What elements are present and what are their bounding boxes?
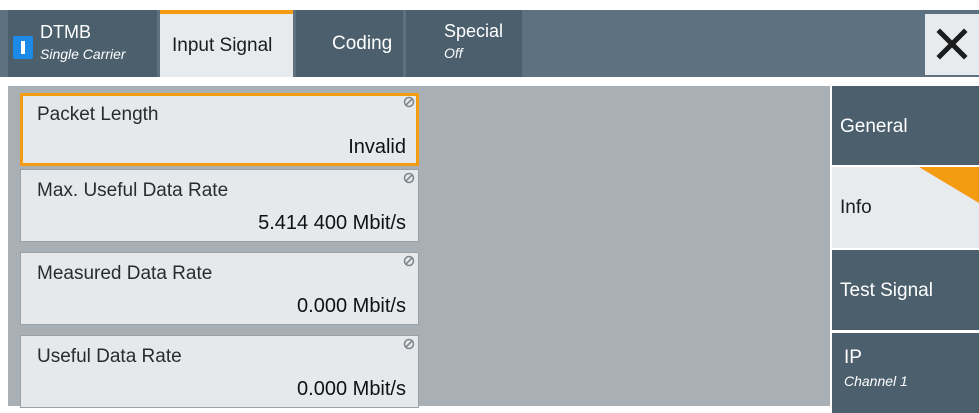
read-only-icon xyxy=(403,338,415,350)
side-nav-info[interactable]: Info xyxy=(832,167,979,248)
tab-dtmb-title: DTMB xyxy=(40,22,91,42)
tab-dtmb[interactable]: DTMB Single Carrier xyxy=(8,10,157,77)
top-tab-bar: DTMB Single Carrier Input Signal Coding … xyxy=(0,10,979,77)
max-useful-data-rate-field[interactable]: Max. Useful Data Rate 5.414 400 Mbit/s xyxy=(20,169,419,242)
close-icon xyxy=(936,28,968,60)
packet-length-label: Packet Length xyxy=(37,104,159,125)
side-nav-test-signal-label: Test Signal xyxy=(840,280,933,301)
tab-coding-title: Coding xyxy=(332,33,393,54)
read-only-icon xyxy=(403,172,415,184)
side-nav-ip[interactable]: IP Channel 1 xyxy=(832,333,979,413)
packet-length-field[interactable]: Packet Length Invalid xyxy=(20,93,419,166)
selected-indicator xyxy=(919,167,979,203)
tab-special[interactable]: Special Off xyxy=(406,10,522,77)
side-nav-general[interactable]: General xyxy=(832,86,979,165)
side-navigation: General Info Test Signal IP Channel 1 xyxy=(832,86,979,413)
max-useful-data-rate-value: 5.414 400 Mbit/s xyxy=(258,212,406,234)
tab-coding[interactable]: Coding xyxy=(296,10,403,77)
side-nav-test-signal[interactable]: Test Signal xyxy=(832,250,979,330)
side-nav-ip-label: IP xyxy=(844,347,862,368)
tab-special-title: Special xyxy=(444,21,504,41)
measured-data-rate-value: 0.000 Mbit/s xyxy=(297,295,406,317)
useful-data-rate-label: Useful Data Rate xyxy=(37,346,182,367)
tab-input-signal[interactable]: Input Signal xyxy=(160,10,293,77)
close-button[interactable] xyxy=(925,14,979,75)
max-useful-data-rate-label: Max. Useful Data Rate xyxy=(37,180,229,201)
useful-data-rate-value: 0.000 Mbit/s xyxy=(297,378,406,400)
useful-data-rate-field[interactable]: Useful Data Rate 0.000 Mbit/s xyxy=(20,335,419,408)
tab-special-subtitle: Off xyxy=(444,45,463,61)
side-nav-ip-sublabel: Channel 1 xyxy=(844,373,908,389)
packet-length-value: Invalid xyxy=(348,136,406,158)
measured-data-rate-field[interactable]: Measured Data Rate 0.000 Mbit/s xyxy=(20,252,419,325)
tab-input-signal-title: Input Signal xyxy=(172,35,273,56)
info-panel: Packet Length Invalid Max. Useful Data R… xyxy=(8,86,830,408)
side-nav-general-label: General xyxy=(840,116,908,137)
side-nav-info-label: Info xyxy=(840,197,872,218)
read-only-icon xyxy=(403,96,415,108)
read-only-icon xyxy=(403,255,415,267)
measured-data-rate-label: Measured Data Rate xyxy=(37,263,213,284)
dtmb-info-icon xyxy=(13,36,33,59)
tab-dtmb-subtitle: Single Carrier xyxy=(40,46,126,62)
